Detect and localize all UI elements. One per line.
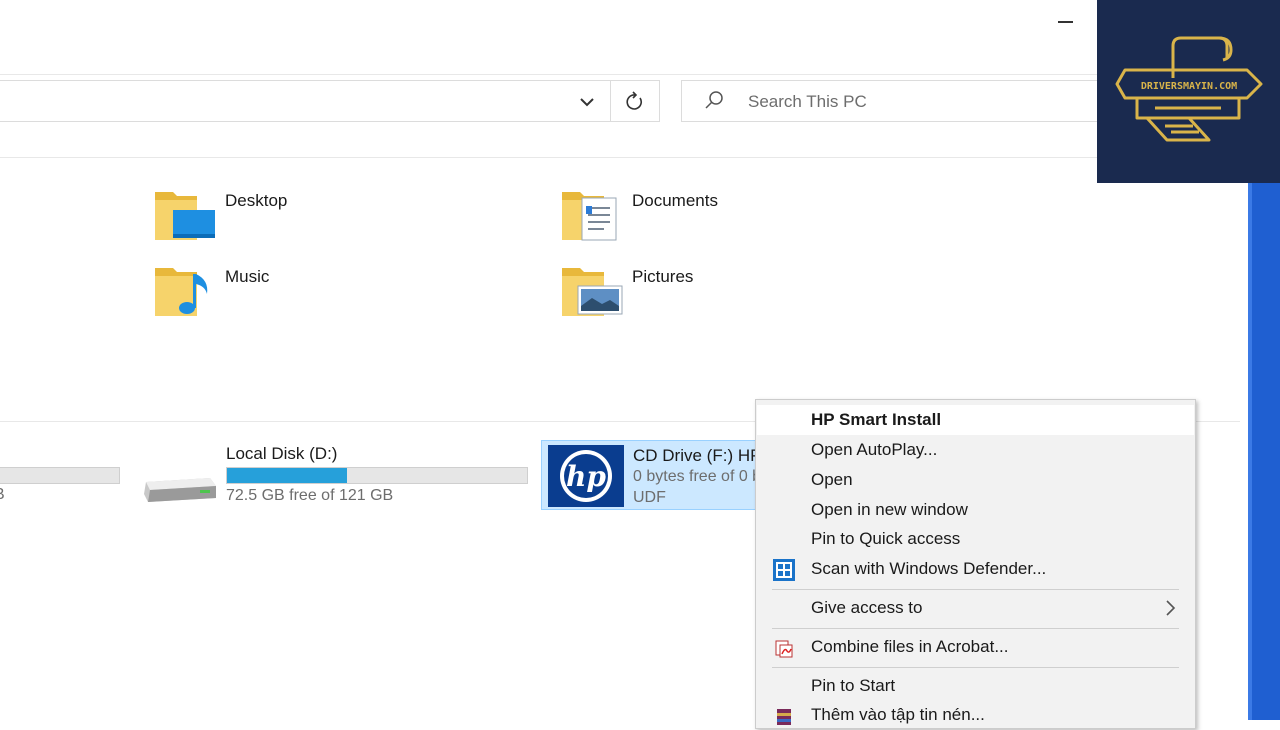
- search-input[interactable]: [746, 85, 1050, 119]
- pictures-folder-icon: [562, 268, 623, 316]
- menu-item-label: Thêm vào tập tin nén...: [811, 705, 985, 724]
- folder-pictures[interactable]: Pictures: [560, 262, 840, 332]
- address-separator: [610, 81, 611, 121]
- menu-item-label: Scan with Windows Defender...: [811, 559, 1047, 578]
- menu-item-label: Open in new window: [811, 500, 968, 519]
- menu-item-label: Give access to: [811, 598, 923, 617]
- hard-drive-icon: [144, 478, 216, 502]
- menu-item-open-autoplay[interactable]: Open AutoPlay...: [757, 435, 1194, 465]
- winrar-icon: [777, 709, 791, 725]
- menu-separator: [772, 628, 1179, 629]
- menu-item-label: Pin to Quick access: [811, 529, 961, 548]
- desktop-background-edge: [1248, 180, 1280, 720]
- menu-item-label: Combine files in Acrobat...: [811, 637, 1009, 656]
- menu-item-label: Pin to Start: [811, 676, 896, 695]
- menu-separator: [772, 667, 1179, 668]
- search-icon: [705, 91, 723, 109]
- drive-f-cd[interactable]: hp CD Drive (F:) HP 0 bytes free of 0 by…: [541, 440, 757, 510]
- address-history-button[interactable]: [570, 81, 604, 121]
- menu-separator: [772, 589, 1179, 590]
- desktop-folder-icon: [155, 192, 215, 240]
- drive-c-free-text: B: [0, 486, 5, 504]
- menu-item-label: HP Smart Install: [811, 410, 942, 429]
- svg-text:hp: hp: [566, 460, 606, 493]
- hp-logo-icon: hp: [548, 445, 624, 507]
- chevron-right-icon: [1166, 600, 1176, 616]
- documents-folder-icon: [562, 192, 617, 241]
- drive-f-free-text: 0 bytes free of 0 bytes: [633, 468, 756, 485]
- drive-d[interactable]: Local Disk (D:) 72.5 GB free of 121 GB: [140, 440, 535, 515]
- folder-label: Documents: [632, 191, 718, 210]
- menu-item-add-to-archive[interactable]: Thêm vào tập tin nén...: [757, 700, 1194, 730]
- drive-d-name: Local Disk (D:): [226, 444, 338, 463]
- brand-watermark: DRIVERSMAYIN.COM: [1097, 0, 1280, 183]
- folder-desktop[interactable]: Desktop: [153, 186, 433, 256]
- menu-item-open-new-window[interactable]: Open in new window: [757, 495, 1194, 525]
- ribbon-divider: [0, 74, 1100, 75]
- context-menu: HP Smart Install Open AutoPlay... Open O…: [755, 399, 1196, 729]
- drive-c-usage-bar: [0, 467, 120, 484]
- header-divider: [0, 157, 1240, 158]
- printer-logo-icon: DRIVERSMAYIN.COM: [1115, 36, 1263, 142]
- music-folder-icon: [155, 268, 208, 316]
- menu-item-scan-defender[interactable]: Scan with Windows Defender...: [757, 554, 1194, 584]
- refresh-icon: [626, 91, 643, 110]
- address-bar[interactable]: [0, 80, 660, 122]
- search-box[interactable]: [681, 80, 1101, 122]
- drive-f-filesystem: UDF: [633, 489, 666, 506]
- menu-item-give-access[interactable]: Give access to: [757, 593, 1194, 623]
- folder-documents[interactable]: Documents: [560, 186, 840, 256]
- menu-item-pin-quick-access[interactable]: Pin to Quick access: [757, 524, 1194, 554]
- chevron-down-icon: [580, 98, 594, 107]
- drive-d-usage-fill: [227, 468, 347, 483]
- refresh-button[interactable]: [615, 81, 655, 121]
- drive-d-free-text: 72.5 GB free of 121 GB: [226, 487, 394, 504]
- drive-d-usage-bar: [226, 467, 528, 484]
- menu-item-hp-smart-install[interactable]: HP Smart Install: [757, 405, 1194, 435]
- menu-item-label: Open: [811, 470, 853, 489]
- minimize-button[interactable]: [1050, 6, 1080, 36]
- acrobat-icon: [775, 640, 793, 658]
- menu-item-label: Open AutoPlay...: [811, 440, 938, 459]
- menu-item-pin-start[interactable]: Pin to Start: [757, 671, 1194, 701]
- svg-text:DRIVERSMAYIN.COM: DRIVERSMAYIN.COM: [1141, 81, 1237, 92]
- folder-music[interactable]: Music: [153, 262, 433, 332]
- menu-item-open[interactable]: Open: [757, 465, 1194, 495]
- windows-defender-icon: [773, 559, 795, 581]
- folder-label: Music: [225, 267, 270, 286]
- menu-item-combine-acrobat[interactable]: Combine files in Acrobat...: [757, 632, 1194, 662]
- drive-f-name: CD Drive (F:) HP: [633, 446, 757, 465]
- folder-label: Desktop: [225, 191, 288, 210]
- folder-label: Pictures: [632, 267, 694, 286]
